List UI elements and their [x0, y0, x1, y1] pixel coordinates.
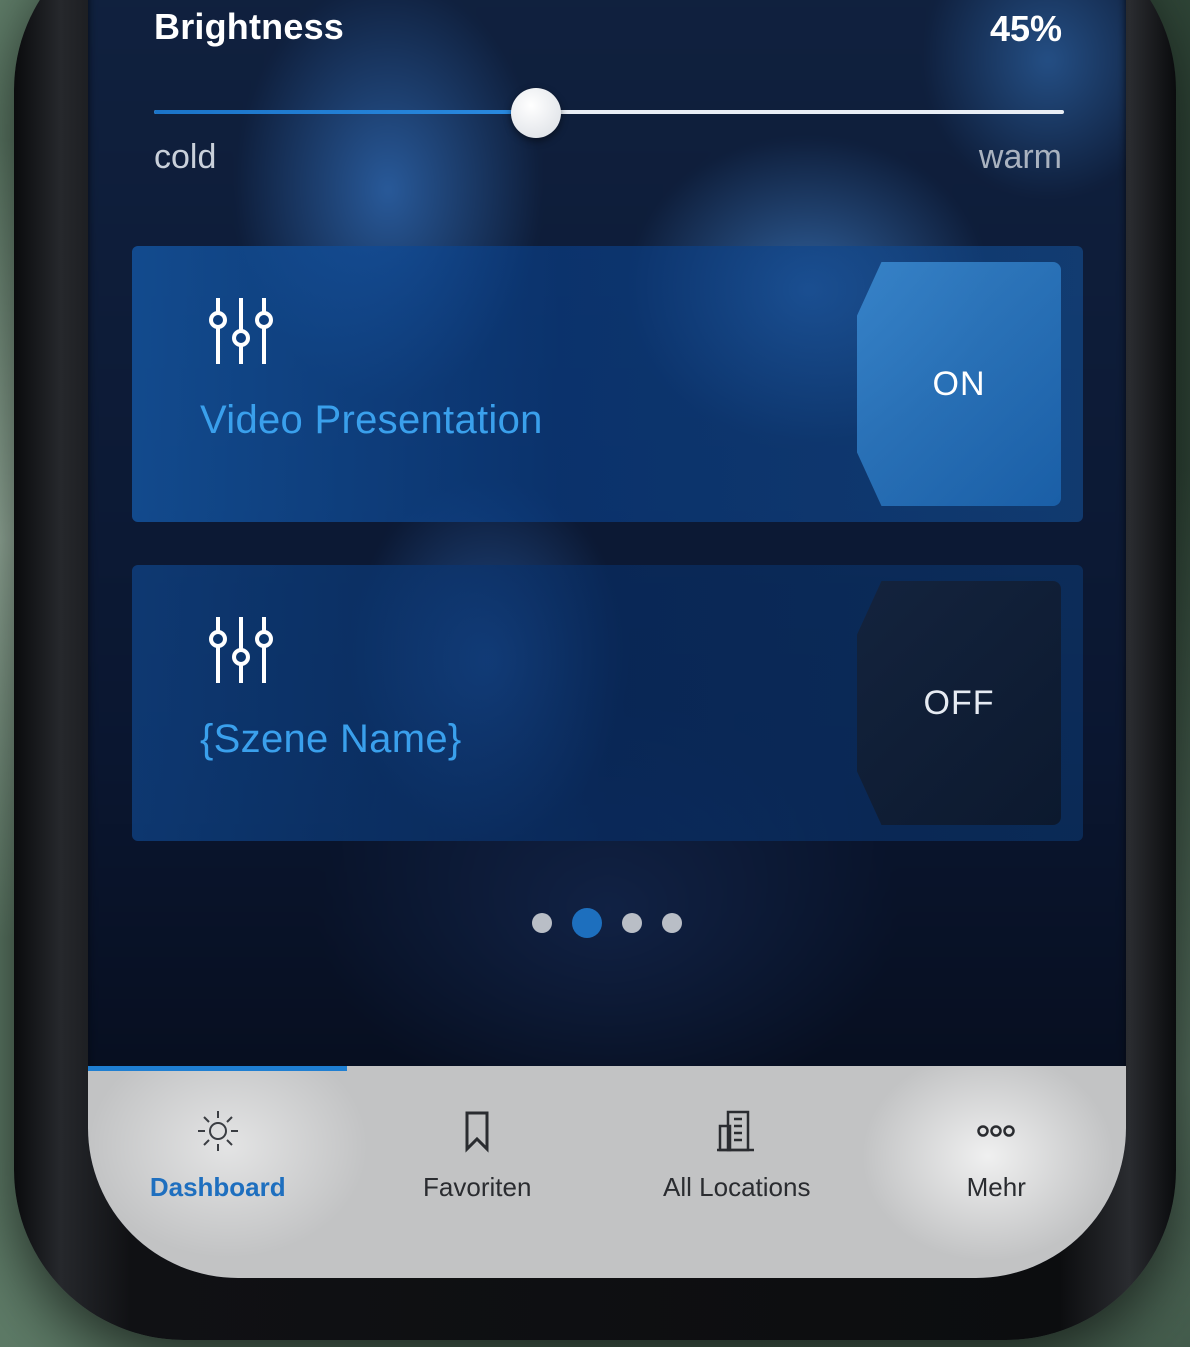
- slider-thumb[interactable]: [511, 88, 562, 138]
- tab-label: Dashboard: [149, 1172, 286, 1202]
- tab-mehr[interactable]: Mehr: [867, 1066, 1127, 1278]
- scene-name: Video Presentation: [200, 398, 543, 442]
- brightness-slider[interactable]: [154, 88, 1064, 138]
- equalizer-icon: [206, 294, 276, 366]
- pager-dot[interactable]: [622, 913, 642, 933]
- tab-label: All Locations: [663, 1172, 811, 1202]
- bookmark-icon: [465, 1111, 489, 1153]
- slider-fill: [154, 110, 537, 114]
- slider-max-label: warm: [978, 138, 1062, 176]
- scene-toggle-off[interactable]: OFF: [857, 581, 1061, 825]
- page-indicator[interactable]: [88, 908, 1126, 938]
- tab-label: Mehr: [966, 1172, 1026, 1202]
- brightness-value: 45%: [989, 8, 1062, 49]
- tab-label: Favoriten: [423, 1172, 532, 1202]
- scene-name: {Szene Name}: [200, 717, 462, 761]
- building-icon: [716, 1110, 754, 1152]
- tab-favoriten[interactable]: Favoriten: [348, 1066, 608, 1278]
- more-icon: [977, 1125, 1015, 1137]
- pager-dot[interactable]: [532, 913, 552, 933]
- equalizer-icon: [206, 613, 276, 685]
- bottom-tab-bar: Dashboard Favoriten All Locations Mehr: [88, 1066, 1126, 1278]
- tab-dashboard[interactable]: Dashboard: [88, 1066, 348, 1278]
- scene-card-video-presentation[interactable]: Video Presentation ON: [132, 246, 1083, 522]
- active-tab-indicator: [88, 1066, 347, 1071]
- scene-toggle-on[interactable]: ON: [857, 262, 1061, 506]
- pager-dot[interactable]: [662, 913, 682, 933]
- slider-min-label: cold: [154, 138, 217, 176]
- app-screen: Brightness 45% cold warm Video Presentat…: [88, 0, 1126, 1278]
- pager-dot-active[interactable]: [572, 908, 602, 938]
- tab-all-locations[interactable]: All Locations: [607, 1066, 867, 1278]
- sun-icon: [197, 1111, 238, 1151]
- scene-card-szene-name[interactable]: {Szene Name} OFF: [132, 565, 1083, 841]
- brightness-label: Brightness: [154, 6, 345, 47]
